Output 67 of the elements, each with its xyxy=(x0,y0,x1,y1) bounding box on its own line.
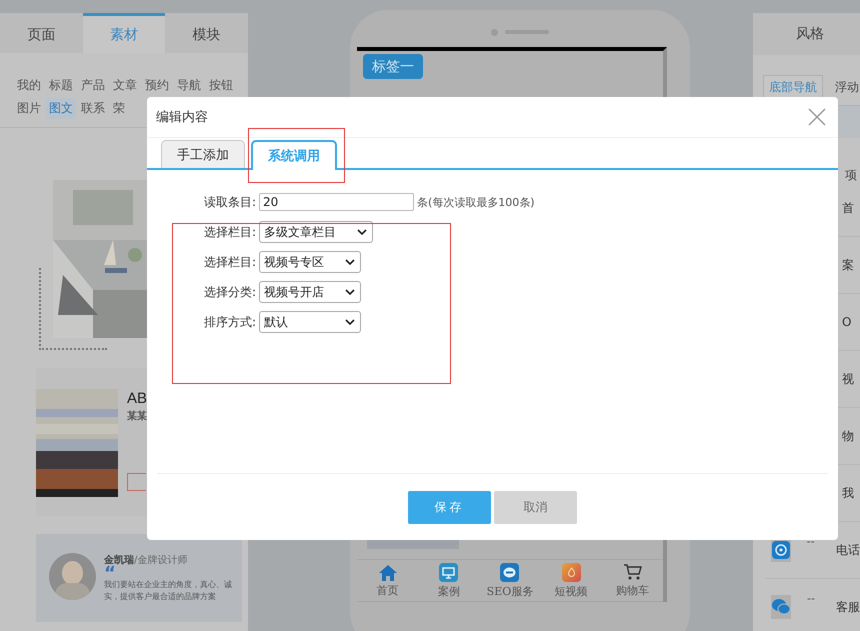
style-tab[interactable]: 底部导航 xyxy=(763,75,823,99)
category-tab[interactable]: 联系 xyxy=(78,98,108,119)
category-tab[interactable]: 产品 xyxy=(78,75,108,96)
field-label: 选择栏目: xyxy=(203,254,256,270)
dialog-tab[interactable]: 系统调用 xyxy=(251,140,337,170)
nav-label[interactable]: SEO服务 xyxy=(486,584,534,599)
item-label: O xyxy=(842,315,852,329)
save-button[interactable]: 保存 xyxy=(408,490,491,524)
style-tab[interactable]: 浮动 xyxy=(829,75,860,99)
value-text: -- xyxy=(807,592,816,605)
category-tab[interactable]: 图文 xyxy=(46,98,76,119)
chat-bubbles-icon xyxy=(771,595,791,619)
card-subtitle: 某某 xyxy=(127,410,148,423)
select-field[interactable]: 默认 xyxy=(259,311,361,333)
chevron-down-icon xyxy=(345,258,355,266)
chevron-down-icon xyxy=(345,288,355,296)
item-label: 视 xyxy=(842,370,854,388)
input-field[interactable]: 20 xyxy=(259,193,414,211)
quote-text: 我们要站在企业主的角度，真心、诚实，提供客户最合适的品牌方案 xyxy=(104,579,233,603)
cart-icon xyxy=(622,563,642,582)
item-label: 客服 xyxy=(836,598,860,616)
nav-label[interactable]: 首页 xyxy=(376,582,399,598)
dialog-tab[interactable]: 手工添加 xyxy=(161,140,245,168)
item-label: 案 xyxy=(842,256,854,274)
author-name: 金凯瑞/金牌设计师 xyxy=(104,554,188,566)
panel-header: 风格 xyxy=(753,13,860,55)
nav-label[interactable]: 短视频 xyxy=(554,584,588,599)
dialog-title: 编辑内容 xyxy=(156,109,208,126)
category-tab[interactable]: 按钮 xyxy=(206,75,236,96)
item-label: 物 xyxy=(842,428,854,444)
category-tab[interactable]: 预约 xyxy=(142,75,172,96)
category-tab[interactable]: 荣 xyxy=(110,98,128,119)
category-tab[interactable]: 我的 xyxy=(14,75,44,96)
chat-icon xyxy=(500,562,520,582)
card-title: AB xyxy=(127,389,148,409)
select-field[interactable]: 视频号专区 xyxy=(259,251,361,273)
item-label: 电话 xyxy=(836,542,860,558)
category-tab[interactable]: 标题 xyxy=(46,75,76,96)
field-label: 选择分类: xyxy=(203,284,256,300)
category-tab[interactable]: 导航 xyxy=(174,75,204,96)
flame-icon xyxy=(562,562,581,582)
chevron-down-icon xyxy=(345,318,355,326)
phone-icon xyxy=(771,538,791,562)
category-tab[interactable]: 文章 xyxy=(110,75,140,96)
item-label: 我 xyxy=(842,484,854,502)
nav-label[interactable]: 购物车 xyxy=(616,583,649,598)
item-label: 首 xyxy=(842,200,854,216)
select-field[interactable]: 视频号开店 xyxy=(259,281,361,303)
field-label: 排序方式: xyxy=(203,314,256,330)
house-icon xyxy=(378,564,398,581)
field-label: 选择栏目: xyxy=(203,224,256,240)
field-label: 读取条目: xyxy=(203,194,256,210)
cancel-button[interactable]: 取消 xyxy=(494,490,577,524)
chevron-down-icon xyxy=(357,228,367,236)
nav-label[interactable]: 案例 xyxy=(438,584,460,599)
more-button[interactable] xyxy=(127,473,146,491)
column-header: 项 xyxy=(844,167,858,180)
value-text: -- xyxy=(806,535,816,548)
close-button[interactable] xyxy=(808,108,826,126)
select-field[interactable]: 多级文章栏目 xyxy=(259,221,373,243)
tag-button[interactable]: 标签一 xyxy=(363,54,423,80)
category-tab[interactable]: 图片 xyxy=(14,98,44,119)
quote-mark: “ xyxy=(104,567,116,579)
field-hint: 条(每次读取最多100条) xyxy=(417,194,535,210)
monitor-icon xyxy=(439,562,458,582)
avatar xyxy=(49,553,96,600)
panel-tab[interactable]: 素材 xyxy=(82,13,166,53)
